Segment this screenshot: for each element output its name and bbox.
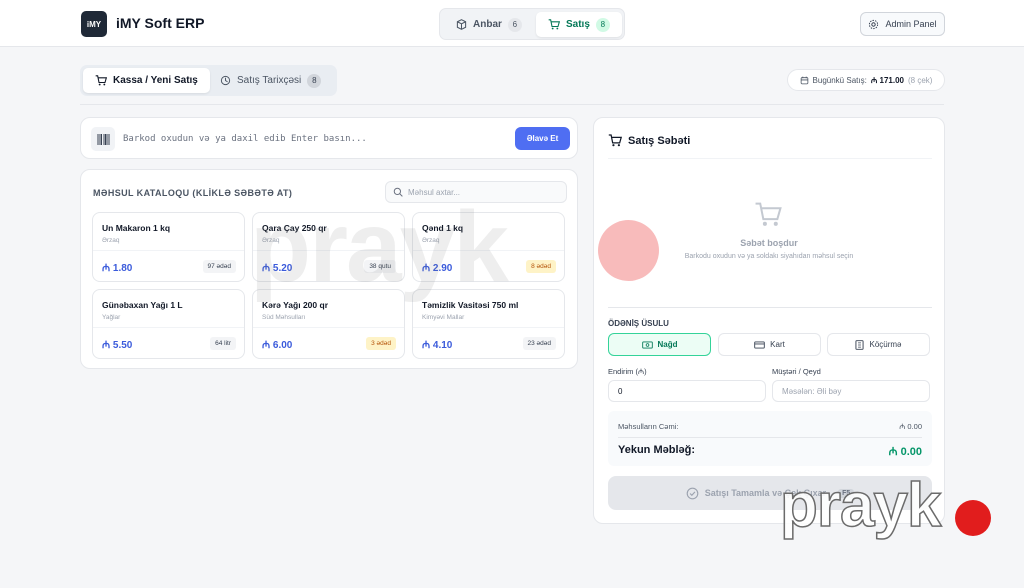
tab-kassa-label: Kassa / Yeni Satış	[113, 75, 198, 86]
card-divider	[413, 327, 564, 328]
history-icon	[220, 75, 231, 86]
bank-icon	[855, 339, 865, 350]
payment-transfer-label: Köçürmə	[869, 340, 902, 349]
discount-label: Endirim (₼)	[608, 367, 647, 376]
product-name: Un Makaron 1 kq	[102, 223, 171, 233]
cash-icon	[641, 340, 653, 349]
today-sales-value: ₼ 171.00	[870, 75, 904, 85]
tab-satis-count: 8	[595, 17, 610, 32]
product-price: ₼ 4.10	[422, 340, 453, 351]
product-card[interactable]: Un Makaron 1 kq Ərzaq ₼ 1.80 97 ədəd	[92, 212, 245, 282]
payment-cash-button[interactable]: Nağd	[608, 333, 711, 356]
divider	[80, 104, 944, 105]
payment-method-label: ÖDƏNİŞ ÜSULU	[608, 319, 669, 328]
cart-icon	[608, 134, 622, 147]
add-button[interactable]: Əlavə Et	[515, 127, 570, 150]
box-icon	[456, 19, 467, 30]
tab-satis-label: Satış	[566, 19, 590, 30]
product-name: Günəbaxan Yağı 1 L	[102, 300, 183, 310]
stock-badge: 64 litr	[210, 337, 236, 350]
cart-icon	[95, 75, 107, 86]
subtotal-label: Məhsulların Cəmi:	[618, 422, 679, 431]
subtotal-value: ₼ 0.00	[899, 422, 922, 431]
card-divider	[93, 250, 244, 251]
watermark-dot	[598, 220, 659, 281]
tab-anbar-label: Anbar	[473, 19, 502, 30]
payment-transfer-button[interactable]: Köçürmə	[827, 333, 930, 356]
app-logo: iMY	[81, 11, 107, 37]
today-sales-label: Bugünkü Satış:	[812, 75, 867, 85]
stock-badge: 23 ədəd	[522, 337, 556, 350]
discount-field[interactable]	[608, 380, 766, 402]
watermark: prayk	[250, 191, 509, 303]
tab-history[interactable]: Satış Tarixçəsi 8	[208, 68, 333, 93]
total-value: ₼ 0.00	[888, 446, 922, 458]
product-price: ₼ 1.80	[102, 263, 133, 274]
watermark-logo: prayk	[779, 470, 942, 541]
cart-title: Satış Səbəti	[608, 134, 690, 147]
payment-cash-label: Nağd	[657, 340, 678, 349]
admin-panel-button[interactable]: Admin Panel	[860, 12, 945, 36]
top-bar: iMY iMY Soft ERP Anbar 6 Satış 8 Admin P…	[0, 0, 1024, 47]
tab-history-label: Satış Tarixçəsi	[237, 75, 302, 86]
watermark-logo-dot	[955, 500, 991, 536]
sales-subtabs: Kassa / Yeni Satış Satış Tarixçəsi 8	[80, 65, 337, 96]
card-divider	[253, 327, 404, 328]
cart-panel: Satış Səbəti Səbət boşdur Barkodu oxudun…	[593, 117, 945, 524]
payment-card-label: Kart	[770, 340, 785, 349]
divider	[608, 307, 932, 308]
barcode-icon	[91, 127, 115, 151]
product-category: Kimyəvi Mallar	[422, 314, 465, 321]
calendar-icon	[800, 76, 808, 84]
stock-badge-low: 8 ədəd	[526, 260, 556, 273]
customer-note-label: Müştəri / Qeyd	[772, 367, 821, 376]
main-nav: Anbar 6 Satış 8	[439, 8, 625, 40]
cart-title-label: Satış Səbəti	[628, 134, 691, 147]
empty-cart-icon	[755, 202, 782, 226]
tab-anbar[interactable]: Anbar 6	[444, 12, 534, 37]
product-price: ₼ 5.50	[102, 340, 133, 351]
cart-icon	[548, 19, 560, 30]
divider	[608, 158, 932, 159]
admin-panel-label: Admin Panel	[885, 19, 937, 29]
payment-card-button[interactable]: Kart	[718, 333, 821, 356]
card-divider	[93, 327, 244, 328]
stock-badge-low: 3 ədəd	[366, 337, 396, 350]
gear-icon	[869, 19, 879, 29]
today-sales-badge: Bugünkü Satış: ₼ 171.00 (8 çek)	[787, 69, 945, 91]
barcode-input[interactable]	[123, 128, 503, 150]
tab-history-count: 8	[307, 73, 322, 88]
product-price: ₼ 6.00	[262, 340, 293, 351]
total-label: Yekun Məbləğ:	[618, 444, 696, 456]
today-sales-count: (8 çek)	[907, 75, 933, 85]
tab-kassa[interactable]: Kassa / Yeni Satış	[83, 68, 210, 93]
product-category: Yağlar	[102, 314, 121, 321]
tab-anbar-count: 6	[507, 17, 522, 32]
customer-note-field[interactable]	[772, 380, 930, 402]
product-card[interactable]: Günəbaxan Yağı 1 L Yağlar ₼ 5.50 64 litr	[92, 289, 245, 359]
product-category: Ərzaq	[102, 237, 120, 244]
credit-card-icon	[754, 340, 765, 349]
stock-badge: 97 ədəd	[202, 260, 236, 273]
check-circle-icon	[686, 487, 699, 499]
product-category: Süd Məhsulları	[262, 314, 306, 321]
divider	[618, 437, 922, 438]
totals-box: Məhsulların Cəmi: ₼ 0.00 Yekun Məbləğ: ₼…	[608, 411, 932, 466]
barcode-panel: Əlavə Et	[80, 117, 578, 159]
tab-satis[interactable]: Satış 8	[536, 12, 622, 37]
app-title: iMY Soft ERP	[116, 15, 205, 31]
